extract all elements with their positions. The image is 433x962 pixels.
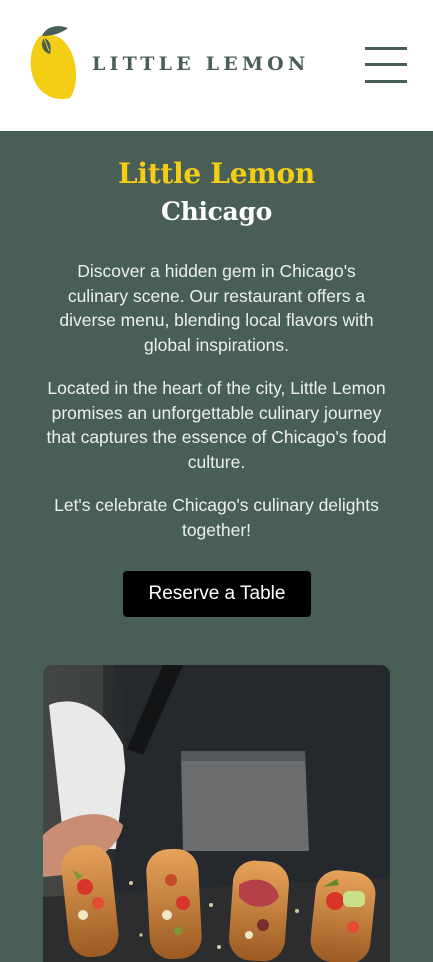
reserve-table-button[interactable]: Reserve a Table bbox=[123, 571, 311, 617]
hero-food-photo bbox=[43, 665, 390, 962]
hero-section: Little Lemon Chicago Discover a hidden g… bbox=[0, 131, 433, 962]
hamburger-menu-icon[interactable] bbox=[362, 44, 410, 86]
hero-paragraph-location: Located in the heart of the city, Little… bbox=[46, 378, 387, 472]
lemon-logo-icon[interactable] bbox=[28, 24, 80, 102]
brand-name[interactable]: LITTLE LEMON bbox=[92, 53, 310, 75]
hero-paragraph-intro: Discover a hidden gem in Chicago's culin… bbox=[59, 261, 374, 355]
hero-paragraph-celebrate: Let's celebrate Chicago's culinary delig… bbox=[54, 495, 379, 540]
site-header: LITTLE LEMON bbox=[0, 0, 433, 131]
hero-title: Little Lemon bbox=[118, 157, 315, 190]
hero-subtitle: Chicago bbox=[160, 197, 273, 226]
